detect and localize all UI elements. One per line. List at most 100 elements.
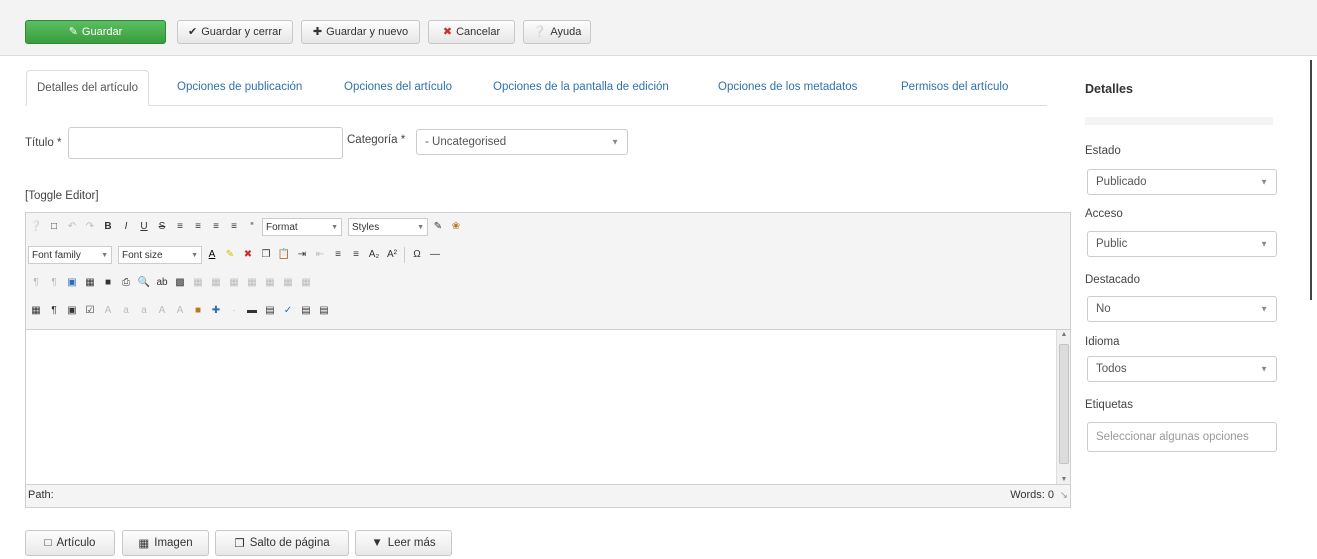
copy-icon[interactable]: ❐ bbox=[258, 247, 274, 263]
toggle-editor-link[interactable]: [Toggle Editor] bbox=[25, 190, 99, 202]
font-size-select[interactable]: Font size ▼ bbox=[118, 246, 202, 264]
undo-icon[interactable]: ↶ bbox=[64, 219, 80, 235]
chevron-down-icon: ▼ bbox=[1260, 239, 1268, 249]
delete-col-icon[interactable]: ▦ bbox=[280, 275, 296, 291]
redo-icon[interactable]: ↷ bbox=[82, 219, 98, 235]
outdent-icon[interactable]: ⇤ bbox=[312, 247, 328, 263]
tab-publishing[interactable]: Opciones de publicación bbox=[177, 70, 302, 106]
layer-icon[interactable]: ▦ bbox=[28, 303, 44, 319]
ins-icon[interactable]: A bbox=[172, 303, 188, 319]
save-button[interactable]: ✎ Guardar bbox=[25, 20, 166, 44]
insert-image-button[interactable]: ▦ Imagen bbox=[122, 530, 209, 556]
print-icon[interactable]: ⎙ bbox=[118, 275, 134, 291]
scroll-down-icon[interactable]: ▼ bbox=[1057, 476, 1071, 483]
category-select[interactable]: - Uncategorised ▼ bbox=[416, 129, 628, 155]
del-icon[interactable]: A bbox=[154, 303, 170, 319]
tab-metadata[interactable]: Opciones de los metadatos bbox=[718, 70, 857, 106]
text-color-icon[interactable]: A bbox=[204, 247, 220, 263]
horizontal-rule-icon[interactable]: — bbox=[427, 247, 443, 263]
code-icon[interactable]: ▤ bbox=[316, 303, 332, 319]
scrollbar-thumb[interactable] bbox=[1059, 344, 1069, 464]
title-input[interactable] bbox=[68, 127, 343, 159]
help-icon[interactable]: ❔ bbox=[28, 219, 44, 235]
tab-edit-screen-options[interactable]: Opciones de la pantalla de edición bbox=[493, 70, 669, 106]
align-left-icon[interactable]: ≡ bbox=[172, 219, 188, 235]
abbr-icon[interactable]: a bbox=[118, 303, 134, 319]
new-document-icon[interactable]: □ bbox=[46, 219, 62, 235]
paste-icon[interactable]: 📋 bbox=[276, 247, 292, 263]
tags-input[interactable]: Seleccionar algunas opciones bbox=[1087, 422, 1277, 452]
status-select[interactable]: Publicado ▼ bbox=[1087, 169, 1277, 195]
underline-icon[interactable]: U bbox=[136, 219, 152, 235]
resize-handle-icon[interactable]: ↘ bbox=[1060, 490, 1068, 501]
scroll-up-icon[interactable]: ▲ bbox=[1057, 331, 1071, 338]
preview-icon[interactable]: ■ bbox=[100, 275, 116, 291]
help-button[interactable]: ❔ Ayuda bbox=[523, 20, 591, 44]
insert-article-button[interactable]: □ Artículo bbox=[25, 530, 115, 556]
superscript-icon[interactable]: A² bbox=[384, 247, 400, 263]
anchor-icon[interactable]: ✚ bbox=[208, 303, 224, 319]
fullscreen-icon[interactable]: ▣ bbox=[64, 275, 80, 291]
spellcheck-icon[interactable]: ✓ bbox=[280, 303, 296, 319]
remove-format-icon[interactable]: ✎ bbox=[430, 219, 446, 235]
ltr-icon[interactable]: ¶ bbox=[28, 275, 44, 291]
editor-content-area[interactable]: ▲ ▼ bbox=[26, 329, 1070, 485]
editor-toolbar-row-1: ❔ □ ↶ ↷ B I U S ≡ ≡ ≡ ≡ “ Format ▼ Style… bbox=[28, 217, 464, 237]
bullet-list-icon[interactable]: ≡ bbox=[348, 247, 364, 263]
blockquote-icon[interactable]: “ bbox=[244, 219, 260, 235]
tab-article-options[interactable]: Opciones del artículo bbox=[344, 70, 452, 106]
featured-select[interactable]: No ▼ bbox=[1087, 296, 1277, 322]
template-icon[interactable]: ▣ bbox=[64, 303, 80, 319]
cell-props-icon[interactable]: ▦ bbox=[208, 275, 224, 291]
cancel-button[interactable]: ✖ Cancelar bbox=[428, 20, 515, 44]
highlight-icon[interactable]: ✎ bbox=[222, 247, 238, 263]
acronym-icon[interactable]: a bbox=[136, 303, 152, 319]
tab-article-details[interactable]: Detalles del artículo bbox=[26, 70, 149, 106]
page-scrollbar-thumb[interactable] bbox=[1310, 60, 1312, 300]
insert-col-icon[interactable]: ▦ bbox=[262, 275, 278, 291]
delete-row-icon[interactable]: ▦ bbox=[244, 275, 260, 291]
attribs-icon[interactable]: ■ bbox=[190, 303, 206, 319]
merge-cells-icon[interactable]: ▦ bbox=[298, 275, 314, 291]
indent-icon[interactable]: ⇥ bbox=[294, 247, 310, 263]
chevron-down-icon: ▼ bbox=[417, 223, 424, 231]
align-justify-icon[interactable]: ≡ bbox=[226, 219, 242, 235]
rtl-icon[interactable]: ¶ bbox=[46, 275, 62, 291]
subscript-icon[interactable]: A₂ bbox=[366, 247, 382, 263]
editor-scrollbar[interactable]: ▲ ▼ bbox=[1056, 330, 1070, 484]
cut-icon[interactable]: ✖ bbox=[240, 247, 256, 263]
tab-permissions[interactable]: Permisos del artículo bbox=[901, 70, 1008, 106]
special-char-icon[interactable]: Ω bbox=[409, 247, 425, 263]
strikethrough-icon[interactable]: S bbox=[154, 219, 170, 235]
insert-row-icon[interactable]: ▦ bbox=[226, 275, 242, 291]
align-center-icon[interactable]: ≡ bbox=[190, 219, 206, 235]
checkbox-icon[interactable]: ☑ bbox=[82, 303, 98, 319]
insert-media-icon[interactable]: ▩ bbox=[172, 275, 188, 291]
row-props-icon[interactable]: ▦ bbox=[190, 275, 206, 291]
nonbreaking-icon[interactable]: · bbox=[226, 303, 242, 319]
read-more-button[interactable]: ▼ Leer más bbox=[355, 530, 452, 556]
save-close-button[interactable]: ✔ Guardar y cerrar bbox=[177, 20, 293, 44]
replace-icon[interactable]: ab bbox=[154, 275, 170, 291]
access-select[interactable]: Public ▼ bbox=[1087, 231, 1277, 257]
cleanup-icon[interactable]: ❀ bbox=[448, 219, 464, 235]
align-right-icon[interactable]: ≡ bbox=[208, 219, 224, 235]
hr-icon[interactable]: ▬ bbox=[244, 303, 260, 319]
save-new-button[interactable]: ✚ Guardar y nuevo bbox=[301, 20, 420, 44]
page-scrollbar[interactable] bbox=[1310, 60, 1317, 559]
citation-icon[interactable]: A bbox=[100, 303, 116, 319]
italic-icon[interactable]: I bbox=[118, 219, 134, 235]
page-break-button[interactable]: ❐ Salto de página bbox=[215, 530, 349, 556]
image-icon: ▦ bbox=[138, 538, 150, 550]
visual-aid-icon[interactable]: ▤ bbox=[298, 303, 314, 319]
bold-icon[interactable]: B bbox=[100, 219, 116, 235]
font-family-select[interactable]: Font family ▼ bbox=[28, 246, 112, 264]
find-icon[interactable]: 🔍 bbox=[136, 275, 152, 291]
format-select[interactable]: Format ▼ bbox=[262, 218, 342, 236]
language-select[interactable]: Todos ▼ bbox=[1087, 356, 1277, 382]
styles-select[interactable]: Styles ▼ bbox=[348, 218, 428, 236]
table-icon[interactable]: ▦ bbox=[82, 275, 98, 291]
pilcrow-icon[interactable]: ¶ bbox=[46, 303, 62, 319]
ordered-list-icon[interactable]: ≡ bbox=[330, 247, 346, 263]
pagebreak-icon[interactable]: ▤ bbox=[262, 303, 278, 319]
